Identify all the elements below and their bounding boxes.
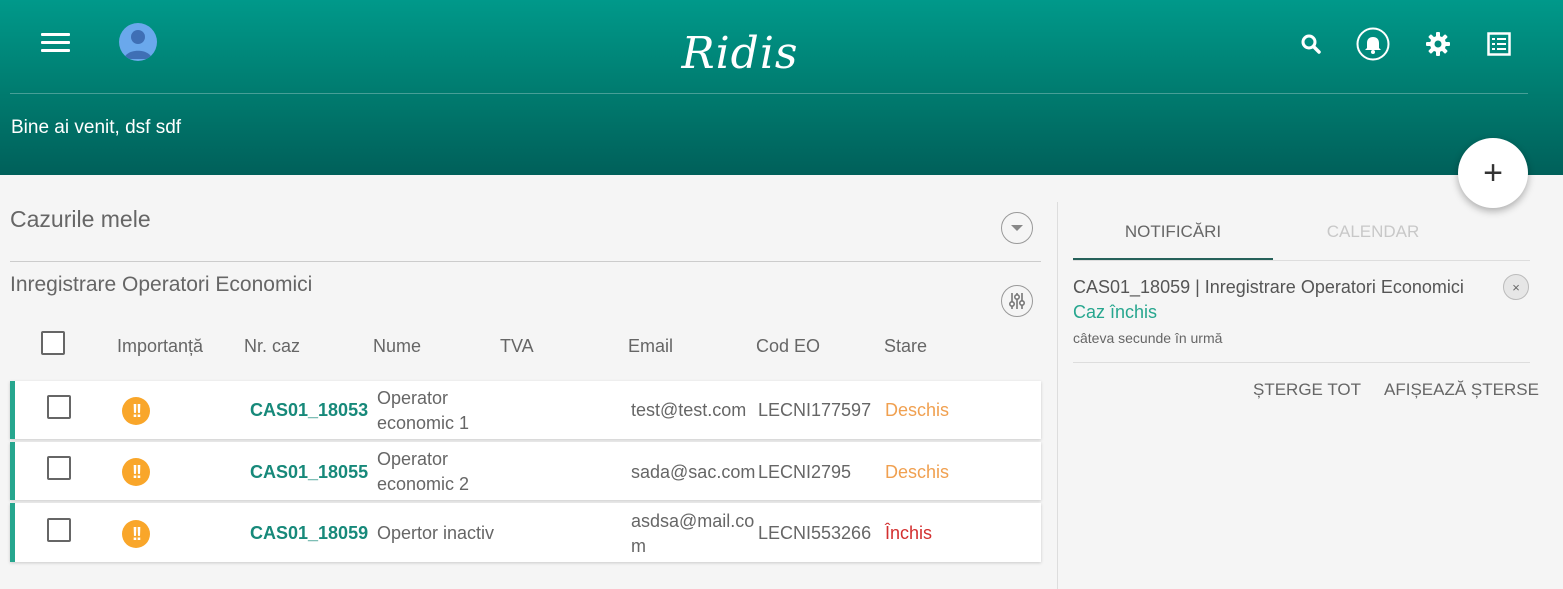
tab-calendar[interactable]: CALENDAR: [1273, 222, 1473, 242]
row-checkbox[interactable]: [47, 518, 71, 542]
case-number-link[interactable]: CAS01_18055: [250, 460, 368, 485]
importance-icon: !!: [122, 520, 150, 548]
case-cod-eo: LECNI177597: [758, 400, 872, 420]
app-header: Ridis Bine ai venit, dsf sdf: [0, 0, 1563, 175]
welcome-message: Bine ai venit, dsf sdf: [11, 117, 182, 138]
case-number-link[interactable]: CAS01_18053: [250, 398, 368, 423]
delete-all-button[interactable]: ȘTERGE TOT: [1253, 380, 1361, 400]
collapse-button[interactable]: [1001, 212, 1033, 244]
table-row[interactable]: !! CAS01_18059 Opertor inactiv asdsa@mai…: [10, 503, 1041, 562]
tabs-divider: [1073, 260, 1530, 261]
case-cod-eo: LECNI553266: [758, 523, 872, 543]
case-status: Deschis: [885, 462, 950, 482]
case-group-title: Inregistrare Operatori Economici: [10, 273, 313, 296]
case-email: sada@sac.com: [631, 462, 756, 482]
show-deleted-button[interactable]: AFIȘEAZĂ ȘTERSE: [1384, 380, 1539, 400]
case-name: Operator economic 2: [377, 449, 470, 494]
notification-title[interactable]: CAS01_18059 | Inregistrare Operatori Eco…: [1073, 277, 1464, 298]
importance-icon: !!: [122, 397, 150, 425]
case-status: Închis: [885, 523, 933, 543]
importance-icon: !!: [122, 458, 150, 486]
table-row[interactable]: !! CAS01_18055 Operator economic 2 sada@…: [10, 442, 1041, 500]
column-header-status[interactable]: Stare: [884, 336, 927, 357]
menu-icon[interactable]: [41, 33, 70, 53]
avatar[interactable]: [119, 23, 157, 61]
case-status: Deschis: [885, 400, 950, 420]
search-icon[interactable]: [1293, 26, 1329, 62]
notification-time: câteva secunde în urmă: [1073, 330, 1223, 346]
column-settings-button[interactable]: [1001, 285, 1033, 317]
user-icon: [124, 30, 152, 59]
case-email: asdsa@mail.co m: [631, 511, 755, 556]
list-view-icon[interactable]: [1481, 26, 1517, 62]
notifications-bell-icon[interactable]: [1355, 26, 1391, 62]
notification-close-icon[interactable]: ×: [1503, 274, 1529, 300]
add-case-button[interactable]: +: [1458, 138, 1528, 208]
column-header-importance[interactable]: Importanță: [117, 336, 203, 357]
select-all-checkbox[interactable]: [41, 331, 65, 355]
case-cod-eo: LECNI2795: [758, 462, 852, 482]
table-row[interactable]: !! CAS01_18053 Operator economic 1 test@…: [10, 381, 1041, 439]
column-header-tva[interactable]: TVA: [500, 336, 534, 357]
section-title: Cazurile mele: [10, 206, 151, 232]
column-header-cod-eo[interactable]: Cod EO: [756, 336, 820, 357]
notification-divider: [1073, 362, 1530, 363]
panel-divider: [1057, 202, 1058, 589]
case-name: Operator economic 1: [377, 388, 470, 433]
case-email: test@test.com: [631, 400, 747, 420]
gear-icon[interactable]: [1420, 26, 1456, 62]
header-divider: [10, 93, 1528, 94]
case-name: Opertor inactiv: [377, 523, 495, 543]
tab-notifications[interactable]: NOTIFICĂRI: [1073, 222, 1273, 242]
chevron-down-icon: [1011, 225, 1023, 231]
row-checkbox[interactable]: [47, 456, 71, 480]
column-header-email[interactable]: Email: [628, 336, 673, 357]
row-checkbox[interactable]: [47, 395, 71, 419]
case-number-link[interactable]: CAS01_18059: [250, 521, 368, 546]
app-logo: Ridis: [681, 28, 799, 79]
sliders-icon: [1008, 293, 1026, 309]
section-divider: [10, 261, 1041, 262]
notification-status: Caz închis: [1073, 302, 1158, 322]
column-header-name[interactable]: Nume: [373, 336, 421, 357]
column-header-case-number[interactable]: Nr. caz: [244, 336, 300, 357]
